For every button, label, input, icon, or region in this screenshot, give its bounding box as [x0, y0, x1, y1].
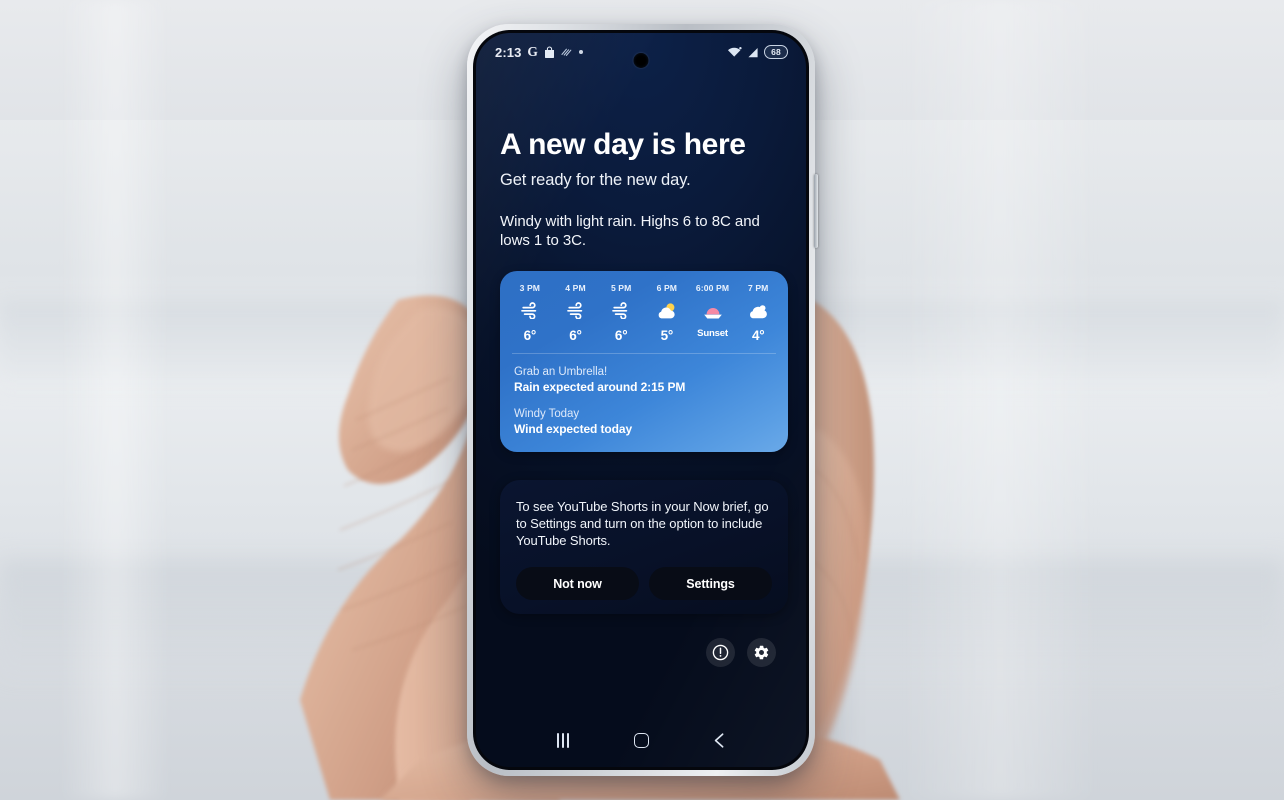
promo-actions: Not now Settings — [516, 567, 772, 601]
partly-cloudy-icon — [656, 300, 678, 321]
shopping-bag-icon — [545, 46, 555, 58]
smartphone: 2:13 G 68 A new day is here Get ready fo… — [467, 24, 818, 776]
cloud-icon — [747, 300, 769, 321]
hour-label: 6 PM — [656, 283, 678, 294]
hour-temperature: 6° — [614, 328, 628, 344]
front-camera — [633, 53, 649, 68]
promo-message: To see YouTube Shorts in your Now brief,… — [516, 499, 769, 549]
signal-icon — [748, 47, 758, 57]
navigation-bar — [476, 713, 806, 767]
hour-temperature: Sunset — [697, 328, 728, 340]
hour-temperature: 4° — [751, 328, 765, 344]
page-title: A new day is here — [500, 128, 746, 161]
hour-label: 7 PM — [747, 283, 769, 294]
vibrate-icon — [561, 48, 572, 56]
battery-indicator: 68 — [764, 45, 788, 59]
dot-icon — [579, 50, 584, 54]
hour-temperature: 5° — [660, 328, 674, 344]
hourly-forecast-row: 3 PM 6° 4 PM 6° 5 PM 6° 6 PM 5° 6:00 PM … — [500, 271, 788, 353]
phone-bezel: 2:13 G 68 A new day is here Get ready fo… — [473, 30, 809, 770]
back-chevron-icon — [714, 732, 723, 748]
info-button[interactable] — [706, 638, 735, 668]
settings-gear-button[interactable] — [747, 638, 776, 668]
hour-temperature: 6° — [523, 328, 537, 344]
hour-label: 4 PM — [565, 283, 586, 294]
wind-icon — [611, 300, 631, 321]
wind-icon — [520, 300, 540, 321]
hour-temperature: 6° — [569, 328, 582, 344]
wifi-icon — [728, 47, 742, 57]
not-now-button[interactable]: Not now — [516, 567, 639, 601]
alert-description: Rain expected around 2:15 PM — [514, 380, 686, 395]
weather-summary-text: Windy with light rain. Highs 6 to 8C and… — [500, 212, 760, 250]
page-subtitle: Get ready for the new day. — [500, 170, 691, 189]
phone-screen[interactable]: 2:13 G 68 A new day is here Get ready fo… — [476, 33, 806, 767]
back-button[interactable] — [699, 720, 739, 760]
status-bar-clock: 2:13 — [495, 44, 522, 60]
info-circle-icon — [712, 645, 729, 661]
hourly-forecast-item[interactable]: 6 PM 5° — [644, 283, 690, 343]
hourly-forecast-item[interactable]: 3 PM 6° — [507, 283, 553, 343]
hourly-forecast-item[interactable]: 5 PM 6° — [598, 283, 644, 343]
weather-alerts: Grab an Umbrella! Rain expected around 2… — [500, 354, 788, 452]
hourly-forecast-item[interactable]: 6:00 PM Sunset — [690, 283, 736, 343]
weather-alert-item[interactable]: Grab an Umbrella! Rain expected around 2… — [514, 366, 774, 394]
alert-title: Windy Today — [514, 408, 580, 421]
background-highlight — [900, 0, 1100, 800]
wind-icon — [566, 300, 586, 321]
google-g-icon: G — [527, 44, 539, 59]
sunset-icon — [702, 300, 724, 321]
photo-scene: 2:13 G 68 A new day is here Get ready fo… — [0, 0, 1284, 800]
hour-label: 6:00 PM — [695, 283, 730, 294]
recents-button[interactable] — [543, 720, 583, 760]
hourly-forecast-item[interactable]: 7 PM 4° — [735, 283, 781, 343]
weather-card[interactable]: 3 PM 6° 4 PM 6° 5 PM 6° 6 PM 5° 6:00 PM … — [500, 271, 788, 453]
weather-alert-item[interactable]: Windy Today Wind expected today — [514, 408, 774, 436]
alert-description: Wind expected today — [514, 422, 633, 437]
gear-icon — [754, 646, 769, 660]
background-highlight — [60, 0, 170, 800]
alert-title: Grab an Umbrella! — [514, 366, 608, 379]
home-icon — [633, 732, 649, 748]
hour-label: 5 PM — [610, 283, 632, 294]
floating-actions — [500, 638, 782, 668]
recents-icon — [557, 732, 569, 748]
home-button[interactable] — [621, 720, 661, 760]
now-brief-content: A new day is here Get ready for the new … — [476, 128, 806, 668]
hour-label: 3 PM — [519, 283, 541, 294]
hourly-forecast-item[interactable]: 4 PM 6° — [553, 283, 599, 343]
youtube-shorts-promo-card: To see YouTube Shorts in your Now brief,… — [500, 480, 788, 615]
power-button[interactable] — [814, 174, 818, 248]
settings-button[interactable]: Settings — [649, 567, 772, 601]
